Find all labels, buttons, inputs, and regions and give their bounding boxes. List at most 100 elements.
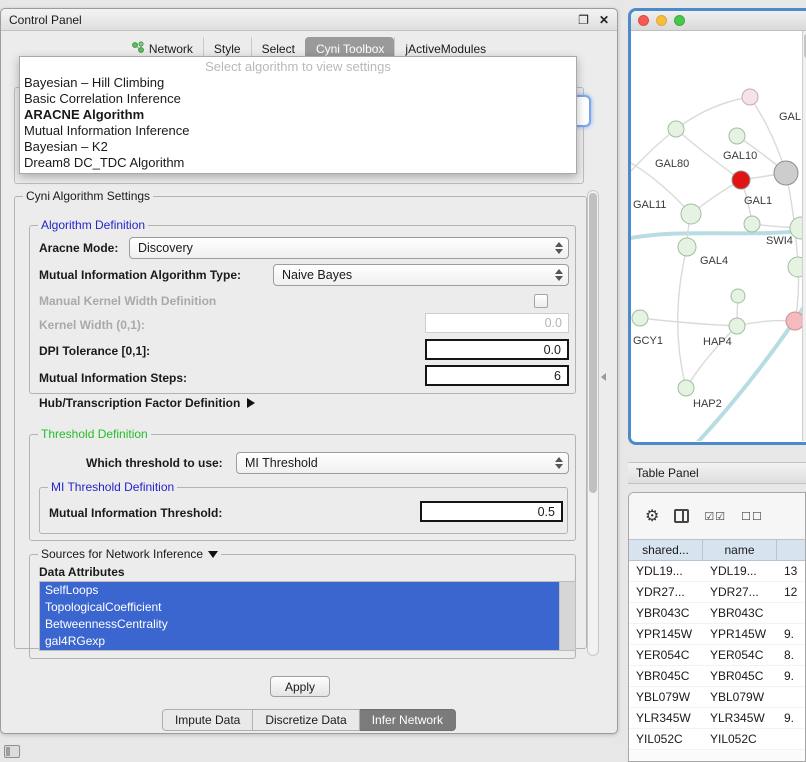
network-node[interactable] (732, 171, 750, 189)
control-panel-title: Control Panel (9, 13, 82, 27)
column-header-name[interactable]: name (703, 540, 777, 560)
table-row[interactable]: YBL079WYBL079W (629, 687, 805, 708)
panel-collapse-handle[interactable] (601, 373, 606, 381)
dropdown-placeholder: Select algorithm to view settings (20, 59, 576, 75)
network-node[interactable] (668, 121, 684, 137)
dpi-tolerance-field[interactable]: 0.0 (425, 339, 569, 360)
list-scrollbar[interactable] (559, 582, 575, 650)
network-node[interactable] (729, 128, 745, 144)
network-node[interactable] (678, 380, 694, 396)
network-edge[interactable] (676, 97, 750, 129)
table-cell (777, 729, 806, 749)
network-edge[interactable] (678, 247, 687, 388)
mi-type-value: Naive Bayes (282, 268, 550, 282)
which-threshold-select[interactable]: MI Threshold (236, 452, 569, 474)
attribute-item-betweennesscentrality[interactable]: BetweennessCentrality (40, 616, 559, 633)
table-cell: YBL079W (629, 687, 703, 707)
algorithm-option-bayesian-k2[interactable]: Bayesian – K2 (20, 139, 576, 155)
network-edge[interactable] (640, 318, 737, 326)
mi-threshold-field[interactable]: 0.5 (420, 501, 563, 522)
minimized-panel-icon[interactable] (4, 745, 20, 758)
manual-kernel-checkbox[interactable] (534, 294, 548, 308)
aracne-mode-select[interactable]: Discovery (129, 237, 569, 259)
kernel-width-field: 0.0 (425, 313, 569, 333)
mi-threshold-legend: MI Threshold Definition (48, 480, 177, 494)
mi-type-label: Mutual Information Algorithm Type: (39, 268, 241, 282)
attribute-item-selfloops[interactable]: SelfLoops (40, 582, 559, 599)
table-cell: YBL079W (703, 687, 777, 707)
network-tab-icon (132, 41, 144, 56)
network-node[interactable] (681, 204, 701, 224)
attribute-item-gal4rgexp[interactable]: gal4RGexp (40, 633, 559, 650)
network-view-window: GAL80GAL10GAL11GAL1SWI4GAL4GCY1HAP4HAP2G… (628, 8, 806, 445)
cyni-settings-area: Cyni Algorithm Settings Algorithm Defini… (11, 184, 600, 662)
table-row[interactable]: YIL052CYIL052C (629, 729, 805, 750)
table-panel-title: Table Panel (636, 466, 699, 480)
column-selector-icon[interactable] (674, 509, 689, 523)
dpi-tolerance-label: DPI Tolerance [0,1]: (39, 344, 150, 358)
network-node-label: HAP4 (703, 336, 732, 348)
table-cell: YBR043C (703, 603, 777, 623)
algorithm-option-mutual-information-inference[interactable]: Mutual Information Inference (20, 123, 576, 139)
apply-button[interactable]: Apply (270, 676, 330, 697)
float-window-icon[interactable]: ❐ (578, 13, 589, 27)
network-node-label: SWI4 (766, 235, 793, 247)
deselect-all-icon[interactable]: ☐☐ (741, 510, 763, 523)
table-row[interactable]: YBR043CYBR043C (629, 603, 805, 624)
network-node[interactable] (632, 310, 648, 326)
close-traffic-light[interactable] (638, 15, 649, 26)
algorithm-option-basic-correlation-inference[interactable]: Basic Correlation Inference (20, 91, 576, 107)
data-attributes-list[interactable]: SelfLoopsTopologicalCoefficientBetweenne… (39, 581, 576, 651)
column-header-shared-[interactable]: shared... (629, 540, 703, 560)
algorithm-option-aracne-algorithm[interactable]: ARACNE Algorithm (20, 107, 576, 123)
network-node[interactable] (744, 216, 760, 232)
algorithm-option-bayesian-hill-climbing[interactable]: Bayesian – Hill Climbing (20, 75, 576, 91)
table-row[interactable]: YDL19...YDL19...13 (629, 561, 805, 582)
table-cell: YIL052C (629, 729, 703, 749)
close-icon[interactable]: ✕ (599, 13, 609, 27)
network-node-label: GAL4 (700, 255, 728, 267)
network-canvas[interactable]: GAL80GAL10GAL11GAL1SWI4GAL4GCY1HAP4HAP2G… (631, 31, 806, 441)
table-cell: YPR145W (629, 624, 703, 644)
bottom-tab-infer-network[interactable]: Infer Network (360, 709, 456, 731)
bottom-tab-discretize-data[interactable]: Discretize Data (253, 709, 359, 731)
table-cell: YBR045C (629, 666, 703, 686)
table-cell (777, 687, 806, 707)
network-graph[interactable]: GAL80GAL10GAL11GAL1SWI4GAL4GCY1HAP4HAP2G… (631, 31, 806, 441)
settings-scrollbar-thumb[interactable] (589, 193, 597, 493)
attribute-item-topologicalcoefficient[interactable]: TopologicalCoefficient (40, 599, 559, 616)
settings-scrollbar[interactable] (587, 190, 599, 656)
table-cell: YBR043C (629, 603, 703, 623)
table-row[interactable]: YDR27...YDR27...12 (629, 582, 805, 603)
table-cell: YDR27... (629, 582, 703, 602)
table-cell: 12 (777, 582, 806, 602)
bottom-tab-impute-data[interactable]: Impute Data (162, 709, 253, 731)
network-node[interactable] (731, 289, 745, 303)
cyni-bottom-tabs: Impute DataDiscretize DataInfer Network (162, 709, 456, 731)
sources-legend[interactable]: Sources for Network Inference (38, 547, 221, 561)
table-row[interactable]: YBR045CYBR045C9. (629, 666, 805, 687)
mi-steps-field[interactable]: 6 (425, 365, 569, 386)
minimize-traffic-light[interactable] (656, 15, 667, 26)
table-cell: YDR27... (703, 582, 777, 602)
aracne-mode-value: Discovery (138, 241, 550, 255)
hub-definition-toggle[interactable]: Hub/Transcription Factor Definition (39, 396, 255, 410)
zoom-traffic-light[interactable] (674, 15, 685, 26)
table-row[interactable]: YLR345WYLR345W9. (629, 708, 805, 729)
control-panel-titlebar: Control Panel ❐ ✕ (1, 9, 617, 31)
canvas-scrollbar[interactable] (802, 31, 806, 441)
select-all-icon[interactable]: ☑☑ (704, 510, 726, 523)
network-node[interactable] (678, 238, 696, 256)
network-node[interactable] (742, 89, 758, 105)
combo-arrows-icon (550, 238, 568, 258)
column-header-2[interactable] (777, 540, 806, 560)
mi-type-select[interactable]: Naive Bayes (273, 264, 569, 286)
network-node[interactable] (729, 318, 745, 334)
table-row[interactable]: YER054CYER054C8. (629, 645, 805, 666)
gear-icon[interactable]: ⚙ (645, 506, 659, 526)
table-cell: YLR345W (703, 708, 777, 728)
network-node-label: GAL80 (655, 158, 689, 170)
network-node[interactable] (774, 161, 798, 185)
algorithm-option-dream8-dc-tdc-algorithm[interactable]: Dream8 DC_TDC Algorithm (20, 155, 576, 171)
table-row[interactable]: YPR145WYPR145W9. (629, 624, 805, 645)
